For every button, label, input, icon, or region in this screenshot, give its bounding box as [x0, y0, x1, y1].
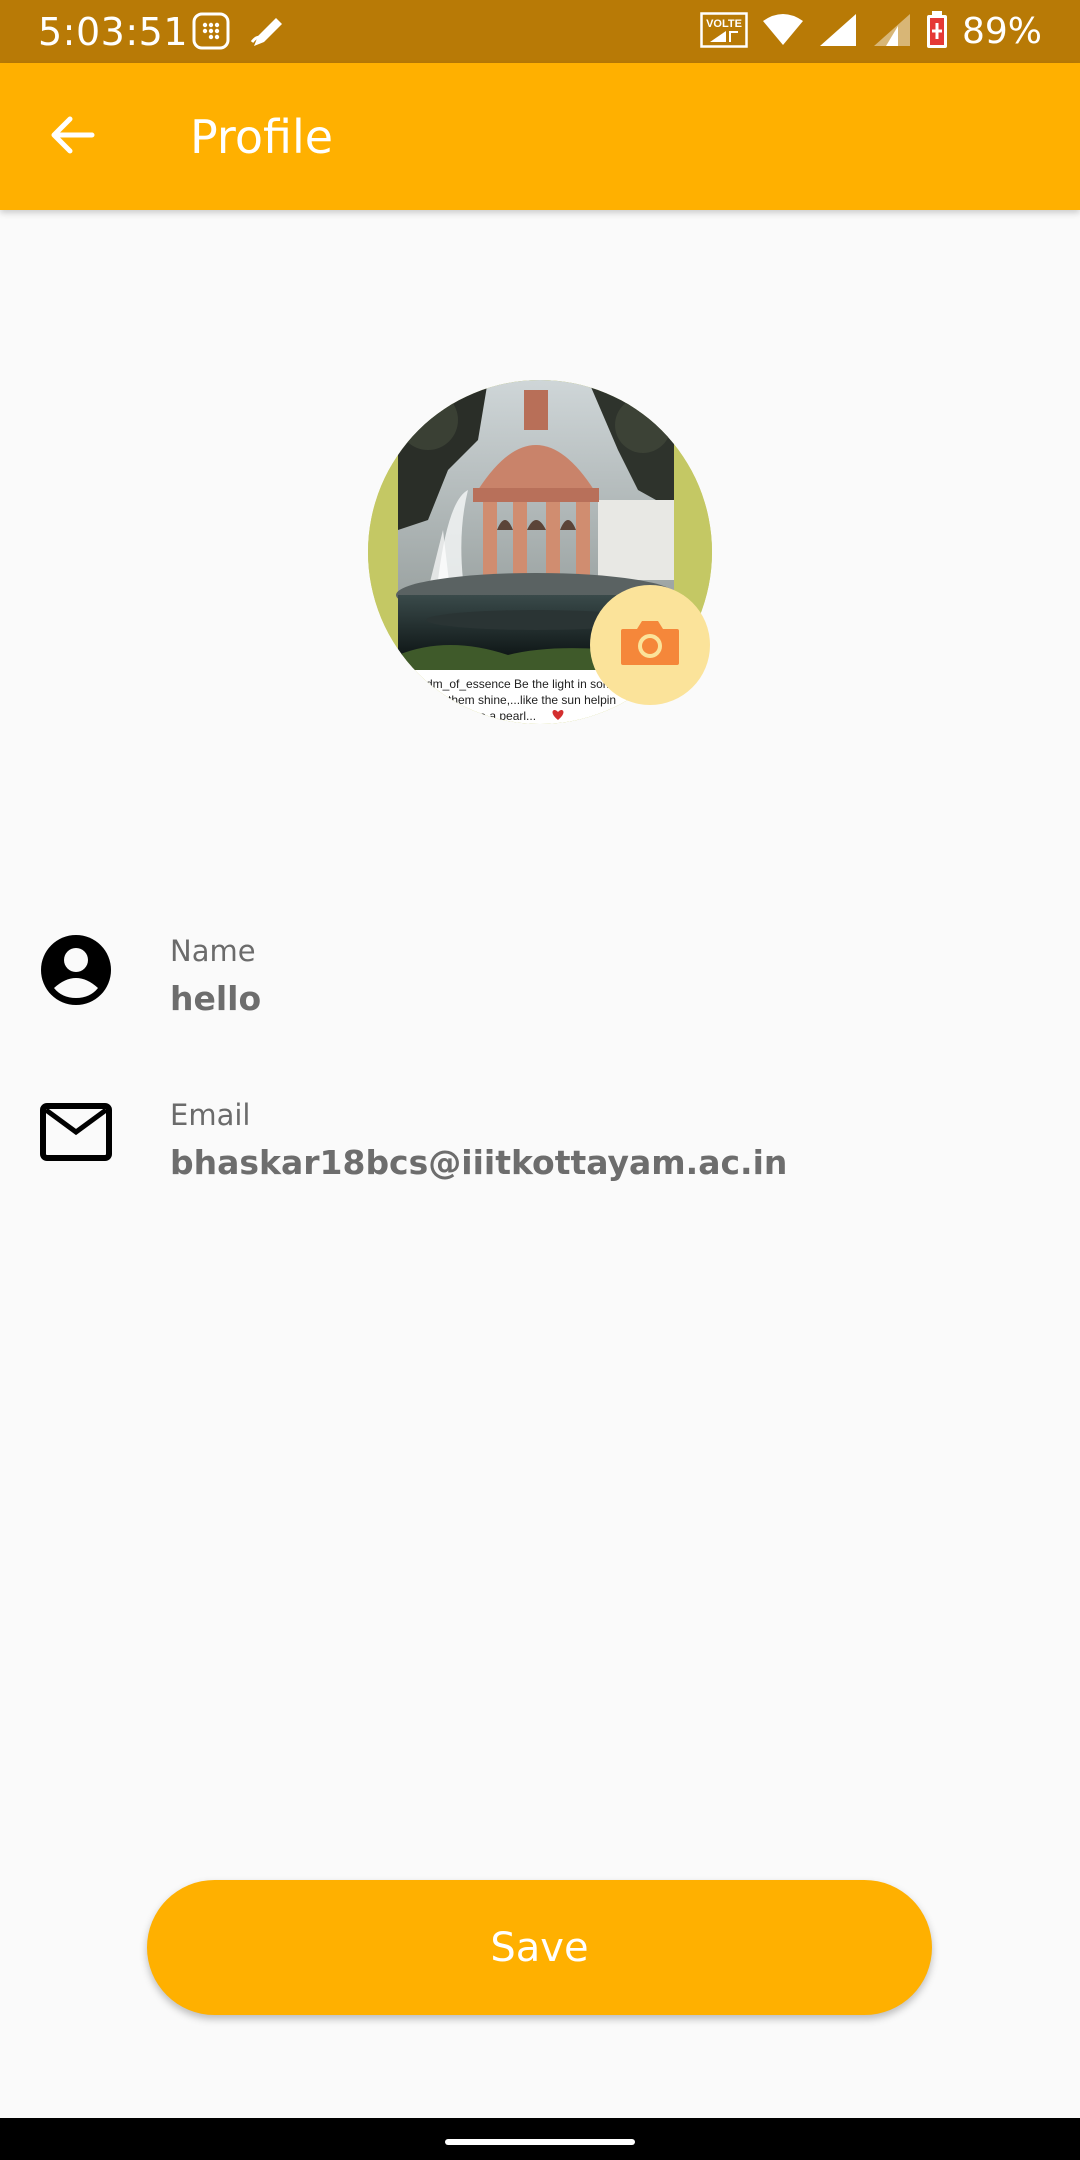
navigation-bar	[0, 2118, 1080, 2160]
pen-icon	[248, 12, 288, 56]
keypad-icon	[192, 12, 230, 56]
signal-icon	[818, 12, 858, 52]
arrow-back-icon	[48, 111, 96, 163]
camera-icon	[619, 617, 681, 673]
home-gesture-handle[interactable]	[445, 2139, 635, 2145]
name-value: hello	[170, 979, 262, 1018]
volte-icon: VOLTE	[700, 12, 748, 52]
volte-label: VOLTE	[706, 18, 742, 30]
signal-icon	[872, 12, 912, 52]
save-button[interactable]: Save	[147, 1880, 932, 2015]
name-label: Name	[170, 934, 256, 968]
profile-screen: 5:03:51 VOLTE 89% Profile dm_of_essence …	[0, 0, 1080, 2160]
battery-icon	[926, 11, 948, 53]
status-left-icons	[192, 12, 288, 56]
email-value: bhaskar18bcs@iiitkottayam.ac.in	[170, 1143, 788, 1182]
change-photo-button[interactable]	[590, 585, 710, 705]
page-title: Profile	[190, 110, 334, 164]
status-right-icons: VOLTE 89%	[700, 6, 1042, 58]
avatar-caption-line2: them shine,...like the sun helpin	[448, 693, 616, 707]
name-row[interactable]: Name hello	[0, 930, 1080, 1050]
battery-percentage: 89%	[961, 11, 1042, 52]
email-row[interactable]: Email bhaskar18bcs@iiitkottayam.ac.in	[0, 1094, 1080, 1214]
app-bar: Profile	[0, 63, 1080, 210]
avatar-section: dm_of_essence Be the light in som them s…	[368, 380, 712, 724]
account-circle-icon	[40, 934, 112, 1006]
avatar-caption-line3: like a pearl...	[468, 709, 536, 723]
back-button[interactable]	[40, 105, 104, 169]
avatar-caption-line1: dm_of_essence Be the light in som	[426, 677, 613, 691]
status-time: 5:03:51	[38, 10, 188, 54]
status-bar: 5:03:51 VOLTE 89%	[0, 0, 1080, 63]
email-label: Email	[170, 1098, 251, 1132]
mail-icon	[40, 1102, 112, 1174]
wifi-icon	[762, 13, 804, 51]
